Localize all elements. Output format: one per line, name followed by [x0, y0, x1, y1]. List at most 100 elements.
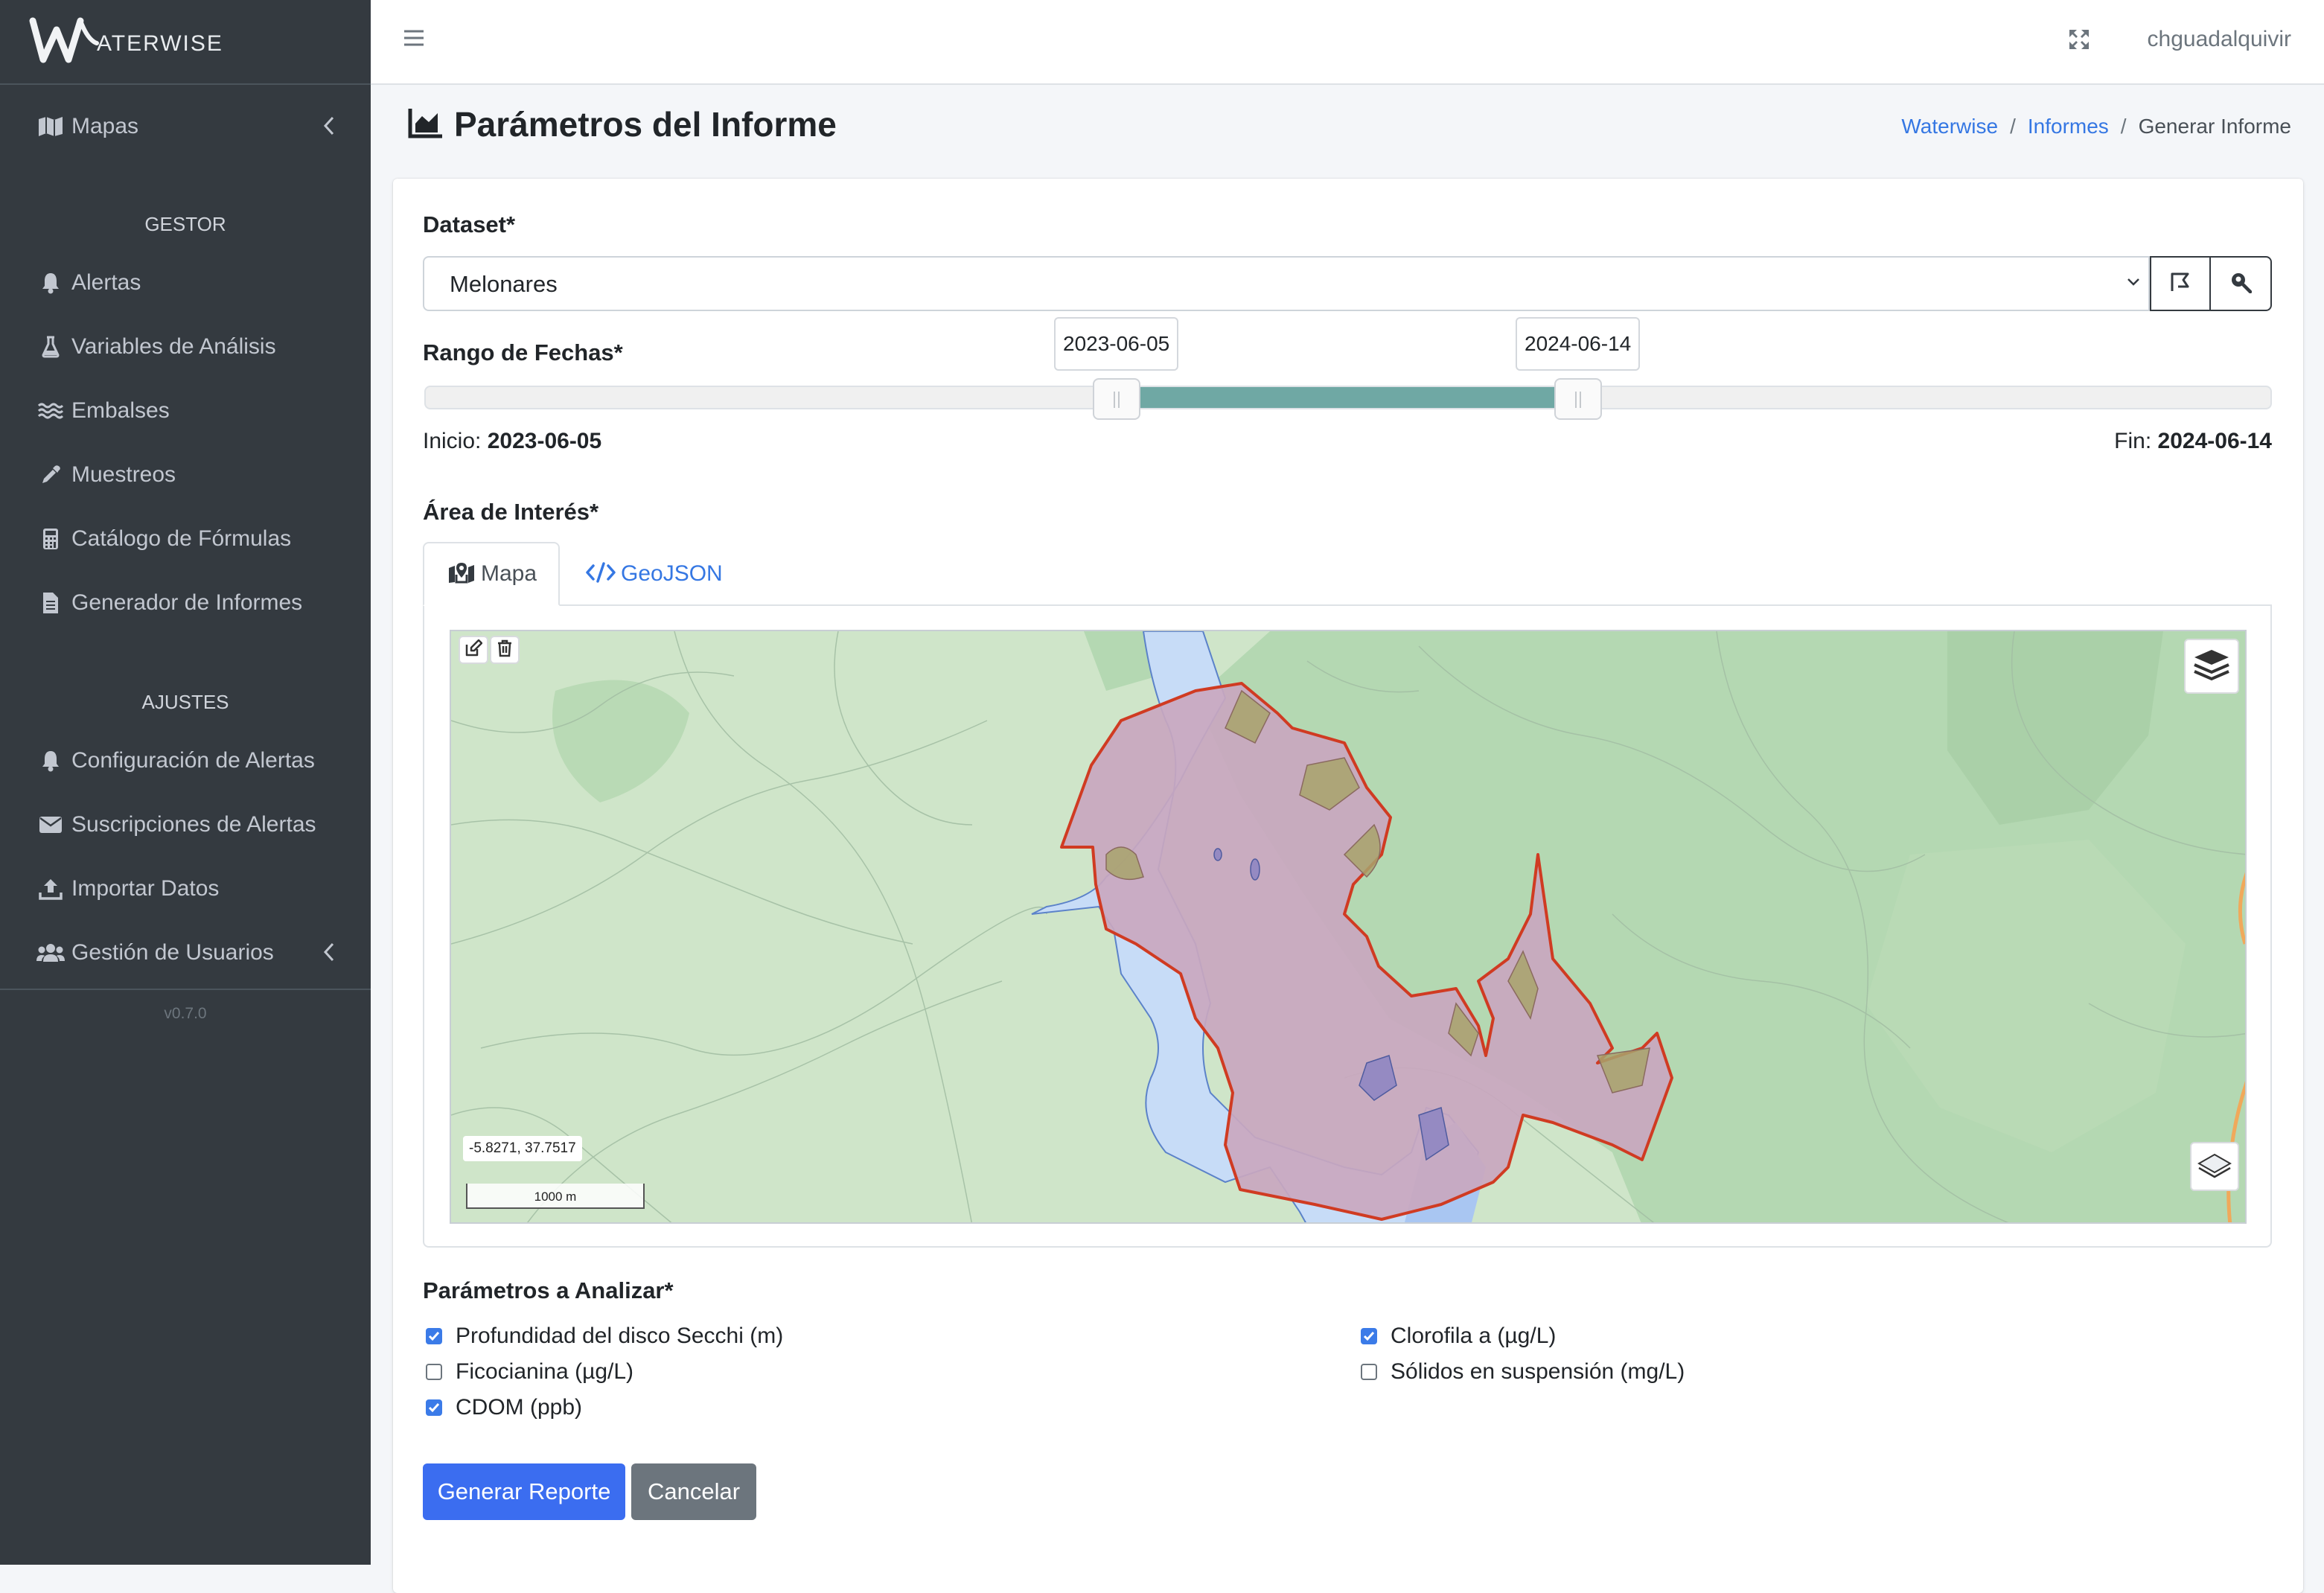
sidebar-item-label: Catálogo de Fórmulas — [71, 526, 292, 551]
trash-icon — [497, 639, 513, 661]
dataset-label: Dataset* — [423, 211, 516, 237]
section-header-ajustes: AJUSTES — [141, 691, 229, 713]
checkbox-checked[interactable] — [1361, 1328, 1377, 1344]
map-location-icon — [448, 561, 475, 587]
checkbox-unchecked[interactable] — [1361, 1364, 1377, 1380]
tab-geojson-label: GeoJSON — [621, 561, 723, 586]
bell-icon — [33, 272, 68, 294]
water-icon — [33, 402, 68, 420]
tab-geojson[interactable]: GeoJSON — [585, 542, 723, 606]
area-map[interactable]: -5.8271, 37.7517 1000 m — [450, 630, 2247, 1224]
end-date-tooltip: 2024-06-14 — [1516, 317, 1641, 371]
file-icon — [33, 592, 68, 614]
sidebar-item-config-alertas[interactable]: Configuración de Alertas — [0, 737, 371, 785]
search-location-icon — [2229, 271, 2253, 297]
page-title: Parámetros del Informe — [408, 104, 837, 144]
eyedropper-icon — [33, 465, 68, 485]
param-clorofila-checkbox[interactable]: Clorofila a (µg/L) — [1361, 1324, 1556, 1349]
breadcrumb-separator: / — [2120, 115, 2127, 138]
draw-polygon-icon — [2169, 271, 2191, 297]
param-label: Sólidos en suspensión (mg/L) — [1391, 1359, 1685, 1384]
start-date-label: Inicio: — [423, 429, 482, 453]
sidebar-item-usuarios[interactable]: Gestión de Usuarios — [0, 929, 371, 977]
breadcrumb: Waterwise / Informes / Generar Informe — [1901, 115, 2291, 138]
edit-icon — [465, 639, 483, 661]
sidebar-item-catalogo[interactable]: Catálogo de Fórmulas — [0, 515, 371, 563]
brand-text: ATERWISE — [97, 31, 223, 56]
code-icon — [585, 561, 616, 587]
layer-switcher-button[interactable] — [2184, 639, 2239, 694]
basemap-toggle-button[interactable] — [2190, 1142, 2239, 1191]
calculator-icon — [33, 528, 68, 550]
version-label: v0.7.0 — [164, 1005, 207, 1022]
start-date-tooltip: 2023-06-05 — [1054, 317, 1179, 371]
sidebar-item-label: Alertas — [71, 270, 141, 295]
sidebar-item-mapas[interactable]: Mapas — [0, 103, 371, 150]
sidebar-item-variables[interactable]: Variables de Análisis — [0, 323, 371, 371]
chevron-left-icon — [323, 116, 335, 139]
sidebar-divider — [0, 989, 371, 990]
top-navbar: chguadalquivir — [371, 0, 2324, 85]
param-label: Clorofila a (µg/L) — [1391, 1324, 1557, 1348]
flask-icon — [33, 336, 68, 358]
sidebar-item-generador-informes[interactable]: Generador de Informes — [0, 579, 371, 627]
sidebar: ATERWISE Mapas GESTOR Alertas Variables … — [0, 0, 371, 1565]
start-date-summary: Inicio: 2023-06-05 — [423, 429, 601, 454]
checkbox-checked[interactable] — [426, 1328, 442, 1344]
end-date-value: 2024-06-14 — [2157, 429, 2272, 453]
chart-area-icon — [408, 107, 444, 142]
sidebar-item-alertas[interactable]: Alertas — [0, 259, 371, 307]
end-date-label: Fin: — [2114, 429, 2152, 453]
tab-mapa-label: Mapa — [481, 561, 537, 586]
edit-shape-button[interactable] — [459, 636, 488, 664]
param-ficocianina-checkbox[interactable]: Ficocianina (µg/L) — [426, 1359, 633, 1385]
map-canvas — [451, 631, 2245, 1222]
fullscreen-icon[interactable] — [2068, 28, 2090, 54]
upload-icon — [33, 878, 68, 900]
page-title-text: Parámetros del Informe — [454, 105, 837, 144]
locate-dataset-button[interactable] — [2209, 256, 2272, 311]
sidebar-item-muestreos[interactable]: Muestreos — [0, 451, 371, 499]
sidebar-item-label: Gestión de Usuarios — [71, 940, 274, 965]
param-solidos-checkbox[interactable]: Sólidos en suspensión (mg/L) — [1361, 1359, 1685, 1385]
draw-area-button[interactable] — [2150, 256, 2211, 311]
checkbox-unchecked[interactable] — [426, 1364, 442, 1380]
breadcrumb-informes[interactable]: Informes — [2028, 115, 2109, 138]
end-date-handle[interactable] — [1554, 378, 1602, 420]
sidebar-item-embalses[interactable]: Embalses — [0, 387, 371, 435]
sidebar-item-label: Muestreos — [71, 462, 176, 487]
generate-report-button[interactable]: Generar Reporte — [423, 1463, 625, 1520]
param-label: Ficocianina (µg/L) — [456, 1359, 634, 1384]
sidebar-item-importar[interactable]: Importar Datos — [0, 865, 371, 913]
envelope-icon — [33, 816, 68, 834]
scale-bar: 1000 m — [466, 1184, 645, 1209]
param-secchi-checkbox[interactable]: Profundidad del disco Secchi (m) — [426, 1324, 783, 1349]
checkbox-checked[interactable] — [426, 1399, 442, 1416]
breadcrumb-separator: / — [2010, 115, 2016, 138]
hamburger-menu-icon[interactable] — [403, 28, 424, 51]
users-icon — [33, 943, 68, 962]
param-label: Profundidad del disco Secchi (m) — [456, 1324, 784, 1348]
dataset-select[interactable]: Melonares — [423, 256, 2150, 311]
tab-mapa[interactable]: Mapa — [423, 542, 560, 606]
param-cdom-checkbox[interactable]: CDOM (ppb) — [426, 1395, 582, 1420]
area-label: Área de Interés* — [423, 499, 599, 525]
sidebar-item-label: Configuración de Alertas — [71, 748, 315, 773]
cancel-button[interactable]: Cancelar — [631, 1463, 756, 1520]
breadcrumb-waterwise[interactable]: Waterwise — [1901, 115, 1998, 138]
layers-icon — [2193, 648, 2230, 685]
date-range-label: Rango de Fechas* — [423, 339, 623, 365]
dataset-selected-value: Melonares — [450, 271, 558, 297]
brand[interactable]: ATERWISE — [0, 0, 371, 85]
start-date-handle[interactable] — [1093, 378, 1140, 420]
chevron-left-icon — [323, 942, 335, 965]
user-menu[interactable]: chguadalquivir — [2148, 27, 2291, 52]
mouse-coordinates: -5.8271, 37.7517 — [463, 1136, 582, 1161]
end-date-summary: Fin: 2024-06-14 — [2114, 429, 2272, 454]
section-header-gestor: GESTOR — [144, 213, 226, 235]
delete-shape-button[interactable] — [490, 636, 520, 664]
basemap-layers-icon — [2197, 1152, 2232, 1182]
sidebar-item-label: Embalses — [71, 398, 170, 423]
sidebar-item-suscripciones[interactable]: Suscripciones de Alertas — [0, 801, 371, 849]
chevron-down-icon — [2126, 277, 2141, 291]
